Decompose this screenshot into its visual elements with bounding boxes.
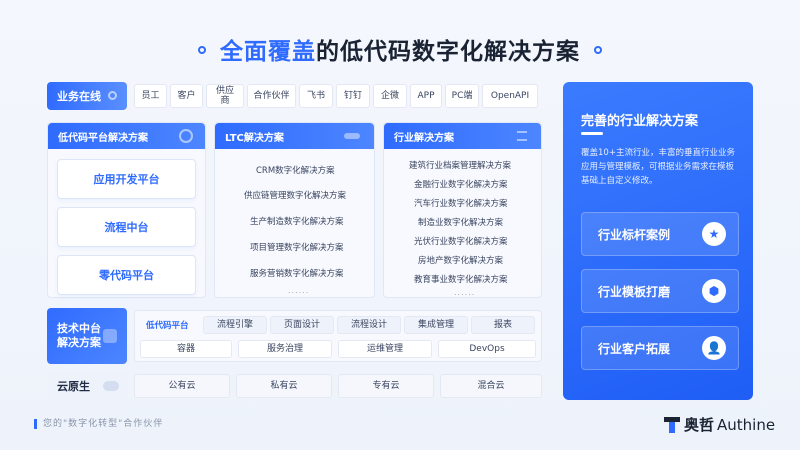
grid-icon xyxy=(103,329,117,343)
title-left-dot xyxy=(198,45,206,54)
business-item[interactable]: PC端 xyxy=(445,84,479,108)
ltc-card-title: LTC解决方案 xyxy=(225,132,284,144)
app-dev-platform-button[interactable]: 应用开发平台 xyxy=(57,159,196,199)
tagline-bar xyxy=(34,418,37,429)
toggle-icon xyxy=(108,91,117,100)
title-right-dot xyxy=(594,45,602,54)
title-underline xyxy=(581,132,603,135)
title-rest: 的低代码数字化解决方案 xyxy=(316,39,580,65)
logo-mark-icon xyxy=(664,416,680,433)
logo-cn: 奥哲 xyxy=(684,416,715,434)
page-title: 全面覆盖的低代码数字化解决方案 xyxy=(0,32,800,66)
industry-solution-panel: 完善的行业解决方案 覆盖10+主流行业，丰富的垂直行业业务应用与管理模板，可根据… xyxy=(563,82,753,400)
cloud-item[interactable]: 公有云 xyxy=(134,374,230,398)
ltc-item[interactable]: 生产制造数字化解决方案 xyxy=(250,215,344,227)
ltc-item[interactable]: CRM数字化解决方案 xyxy=(256,164,335,176)
ltc-item[interactable]: 供应链管理数字化解决方案 xyxy=(244,189,346,201)
industry-card-title: 行业解决方案 xyxy=(394,132,454,144)
tech-top-item[interactable]: 流程设计 xyxy=(337,316,401,334)
template-polish-label: 行业模板打磨 xyxy=(598,284,671,299)
title-highlight: 全面覆盖 xyxy=(220,39,316,65)
brand-logo: 奥哲 Authine xyxy=(664,414,775,435)
business-item[interactable]: OpenAPI xyxy=(482,84,538,108)
tech-bottom-item[interactable]: 运维管理 xyxy=(338,340,432,358)
cloud-item[interactable]: 混合云 xyxy=(440,374,542,398)
tech-top-item[interactable]: 报表 xyxy=(471,316,535,334)
business-item[interactable]: 合作伙伴 xyxy=(247,84,296,108)
cloud-icon xyxy=(103,381,119,391)
cloud-native-text: 云原生 xyxy=(57,380,90,393)
footer-tagline: 您的"数字化转型"合作伙伴 xyxy=(34,416,163,429)
industry-card: 行业解决方案 xyxy=(383,122,542,298)
ltc-item[interactable]: 项目管理数字化解决方案 xyxy=(250,241,344,253)
star-icon: ★ xyxy=(702,222,726,246)
industry-item[interactable]: 建筑行业档案管理解决方案 xyxy=(409,159,511,171)
arrow-icon xyxy=(344,133,360,139)
tech-top-item[interactable]: 低代码平台 xyxy=(146,319,189,331)
right-panel-title: 完善的行业解决方案 xyxy=(581,114,699,129)
tech-top-item[interactable]: 流程引擎 xyxy=(203,316,267,334)
tech-bottom-item[interactable]: 服务治理 xyxy=(238,340,332,358)
menu-icon xyxy=(517,131,527,141)
lowcode-card-title: 低代码平台解决方案 xyxy=(58,132,148,144)
business-online-text: 业务在线 xyxy=(57,90,101,103)
user-icon: 👤 xyxy=(702,336,726,360)
industry-item[interactable]: 汽车行业数字化解决方案 xyxy=(414,197,508,209)
ltc-card-header: LTC解决方案 xyxy=(215,123,374,149)
benchmark-case-label: 行业标杆案例 xyxy=(598,227,671,242)
tech-top-item[interactable]: 页面设计 xyxy=(270,316,334,334)
tagline-text: 您的"数字化转型"合作伙伴 xyxy=(43,419,164,429)
right-panel-desc: 覆盖10+主流行业，丰富的垂直行业业务应用与管理模板，可根据业务需求在模板基础上… xyxy=(581,148,735,186)
cloud-item[interactable]: 私有云 xyxy=(236,374,332,398)
industry-item[interactable]: 金融行业数字化解决方案 xyxy=(414,178,508,190)
tech-bottom-item[interactable]: 容器 xyxy=(140,340,232,358)
industry-item[interactable]: 房地产数字化解决方案 xyxy=(418,254,503,266)
ltc-more: ...... xyxy=(288,286,310,295)
benchmark-case-button[interactable]: 行业标杆案例 ★ xyxy=(581,212,739,256)
cloud-item[interactable]: 专有云 xyxy=(338,374,434,398)
industry-item[interactable]: 制造业数字化解决方案 xyxy=(418,216,503,228)
customer-expand-label: 行业客户拓展 xyxy=(598,341,671,356)
ltc-item[interactable]: 服务营销数字化解决方案 xyxy=(250,267,344,279)
business-item[interactable]: 供应商 xyxy=(206,84,244,108)
template-polish-button[interactable]: 行业模板打磨 ⬢ xyxy=(581,269,739,313)
process-middle-button[interactable]: 流程中台 xyxy=(57,207,196,247)
tech-top-item[interactable]: 集成管理 xyxy=(404,316,468,334)
tech-middle-label[interactable]: 技术中台 解决方案 xyxy=(47,308,127,364)
business-item[interactable]: APP xyxy=(410,84,442,108)
tech-bottom-item[interactable]: DevOps xyxy=(438,340,536,358)
tech-middle-text: 技术中台 解决方案 xyxy=(57,322,101,349)
business-online-label[interactable]: 业务在线 xyxy=(47,82,127,110)
customer-expand-button[interactable]: 行业客户拓展 👤 xyxy=(581,326,739,370)
cube-icon: ⬢ xyxy=(702,279,726,303)
cloud-native-label[interactable]: 云原生 xyxy=(47,372,127,400)
logo-en: Authine xyxy=(717,415,776,434)
business-item[interactable]: 客户 xyxy=(170,84,203,108)
business-item[interactable]: 员工 xyxy=(134,84,167,108)
industry-more: ...... xyxy=(454,288,476,297)
business-item[interactable]: 钉钉 xyxy=(336,84,370,108)
business-item[interactable]: 企微 xyxy=(373,84,407,108)
lowcode-card-header: 低代码平台解决方案 xyxy=(48,123,205,149)
ring-icon xyxy=(179,129,193,143)
business-item[interactable]: 飞书 xyxy=(299,84,333,108)
industry-item[interactable]: 光伏行业数字化解决方案 xyxy=(414,235,508,247)
zero-code-button[interactable]: 零代码平台 xyxy=(57,255,196,295)
industry-card-header: 行业解决方案 xyxy=(384,123,541,149)
industry-item[interactable]: 教育事业数字化解决方案 xyxy=(414,273,508,285)
